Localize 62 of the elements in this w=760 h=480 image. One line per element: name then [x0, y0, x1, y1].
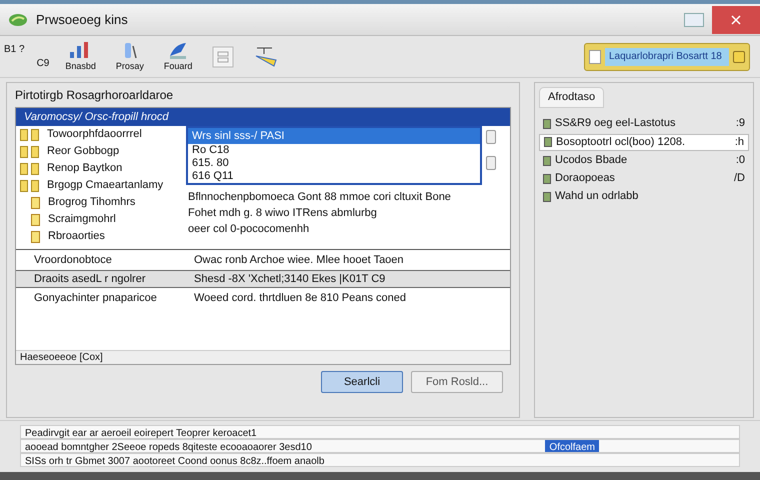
property-value: Owac ronb Archoe wiee. Mlee hooet Taoen [193, 252, 404, 268]
toolbar-button[interactable]: Bnasbd [61, 40, 100, 74]
property-name: Vroordonobtoce [33, 252, 113, 268]
scroll-up-icon[interactable] [486, 130, 496, 144]
tree-item[interactable]: Brogrog Tihomhrs [48, 194, 136, 211]
dropdown-option[interactable]: 616 Q11 [188, 170, 480, 183]
panel-title: Pirtotirgb Rosagrhoroarldaroe [15, 87, 174, 104]
file-icon [31, 230, 40, 242]
panel-icon [212, 46, 234, 68]
property-value: Woeed cord. thrtdluen 8e 810 Peans coned [193, 290, 406, 306]
close-icon [731, 14, 741, 24]
app-logo-icon [8, 12, 28, 28]
folder-icon [20, 146, 39, 158]
dropdown-option[interactable]: 615. 80 [188, 157, 480, 170]
tree-item[interactable]: Reor Gobbogp [47, 143, 120, 160]
tree-item[interactable]: Rbroaorties [48, 228, 105, 245]
toolbar-button[interactable]: Prosay [112, 40, 148, 74]
ruler-icon [254, 46, 278, 68]
description-text: Fohet mdh g. 8 wiwo ITRens abmlurbg [188, 206, 378, 221]
tree-item[interactable]: Brgogp Cmaeartanlamy [47, 177, 164, 194]
panel-tab[interactable]: Afrodtaso [539, 87, 604, 108]
list-item[interactable]: SS&R9 oeg eel-Lastotus :9 [539, 116, 749, 132]
list-item[interactable]: Wahd un odrlabb [539, 188, 749, 204]
property-name: Draoits asedL r ngolrer [33, 272, 146, 287]
restore-button[interactable] [684, 12, 704, 26]
window-title: Prwsoeoeg kins [36, 10, 128, 29]
toolbar-label: C9 [36, 57, 50, 71]
property-value: Shesd -8X 'Xchetl;3140 Ekes |K01T C9 [193, 272, 386, 287]
toolbar-button[interactable]: Fouard [160, 40, 196, 74]
property-row[interactable]: Draoits asedL r ngolrer Shesd -8X 'Xchetl;3140 Ekes |K01T C9 [16, 270, 510, 288]
description-text: oeer col 0-pococomenhh [188, 222, 310, 237]
description-text: Bflnnochenpbomoeca Gont 88 mmoe cori cltuxit Bone [188, 190, 452, 205]
property-row[interactable]: Vroordonobtoce Owac ronb Archoe wiee. Mlee hooet Taoen [16, 250, 510, 270]
tree-item[interactable]: Towoorphfdaoorrrel [47, 126, 142, 143]
search-icon [733, 50, 745, 62]
file-icon [31, 214, 40, 226]
status-badge: Ofcolfaem [545, 440, 599, 452]
list-item[interactable]: Doraopoeas /D [539, 170, 749, 186]
dropdown-option[interactable]: Ro C18 [188, 144, 480, 157]
folder-icon [20, 180, 39, 192]
status-text: SISs orh tr Gbmet 3007 aootoreet Coond oonus 8c8z..ffoem anaolb [24, 455, 326, 466]
toolbar-label: B1 ? [4, 43, 25, 57]
tree-item[interactable]: Scraimgmohrl [48, 211, 116, 228]
folder-icon [20, 128, 39, 140]
list-item[interactable]: Ucodos Bbade :0 [539, 152, 749, 168]
property-name: Gonyachinter pnaparicoe [33, 290, 158, 306]
status-text: Peadirvgit ear ar aeroeil eoirepert Teoprer keroacet1 [24, 427, 258, 438]
close-button[interactable] [712, 6, 760, 34]
dropdown-option[interactable]: Wrs sinl sss-/ PASI [188, 128, 480, 144]
scroll-label: Haeseoeeoe [Cox] [19, 351, 104, 365]
property-row[interactable]: Gonyachinter pnaparicoe Woeed cord. thrtdluen 8e 810 Peans coned [16, 288, 510, 308]
list-item[interactable]: Bosoptootrl ocl(boo) 1208. :h [539, 134, 749, 150]
dialog-button[interactable]: Fom Rosld... [411, 371, 503, 393]
status-text: aooead bomntgher 2Seeoe ropeds 8qiteste ecooaoaorer 3esd10 [24, 441, 313, 452]
tree-item[interactable]: Renop Baytkon [47, 160, 122, 177]
search-field[interactable]: Laquarlobrapri Bosartt 18 [584, 42, 750, 70]
file-icon [31, 196, 40, 208]
dialog-title: Varomocsy/ Orsc-fropill hrocd [16, 108, 510, 126]
scroll-down-icon[interactable] [486, 156, 496, 170]
folder-icon [20, 162, 39, 174]
dialog-button[interactable]: Searlcli [321, 371, 403, 393]
document-icon [589, 50, 601, 64]
